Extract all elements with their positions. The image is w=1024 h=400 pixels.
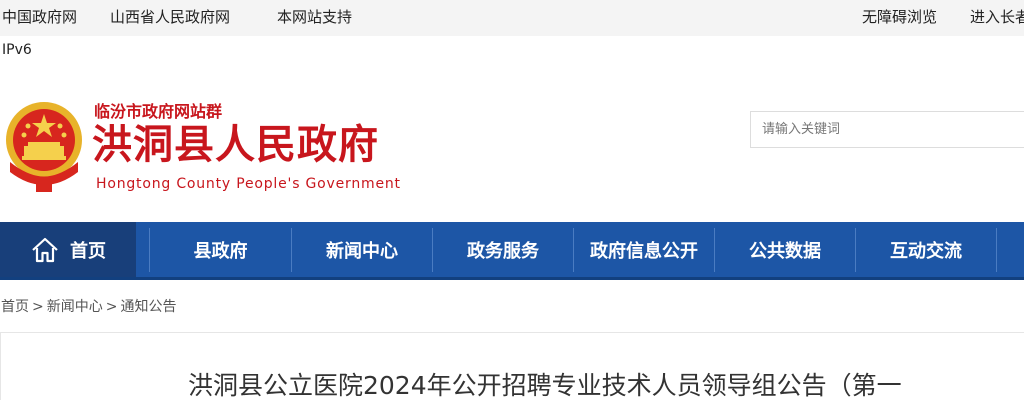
nav-item-label: 首页 (70, 240, 106, 262)
search-input[interactable] (750, 111, 1024, 148)
breadcrumb: 首页 > 新闻中心 > 通知公告 (1, 296, 176, 316)
nav-item-info-disclosure[interactable]: 政府信息公开 (574, 222, 714, 277)
main-nav: 首页 县政府 新闻中心 政务服务 政府信息公开 公共数据 互动交流 (0, 222, 1024, 280)
top-utility-bar: 中国政府网 山西省人民政府网 本网站支持 无障碍浏览 进入长者 (0, 0, 1024, 36)
nav-item-county-gov[interactable]: 县政府 (150, 222, 291, 277)
breadcrumb-separator: > (32, 299, 44, 315)
breadcrumb-separator: > (105, 299, 118, 315)
link-elderly-mode[interactable]: 进入长者 (970, 6, 1024, 27)
nav-item-label: 新闻中心 (326, 240, 398, 262)
nav-item-label: 政务服务 (467, 240, 539, 262)
nav-item-public-data[interactable]: 公共数据 (715, 222, 855, 277)
content-divider (0, 332, 1024, 333)
link-accessibility[interactable]: 无障碍浏览 (862, 6, 937, 27)
nav-item-interaction[interactable]: 互动交流 (856, 222, 996, 277)
content-left-border (0, 333, 1, 400)
link-site-support[interactable]: 本网站支持 (277, 6, 352, 27)
site-title-english: Hongtong County People's Government (96, 176, 401, 192)
nav-item-label: 互动交流 (890, 240, 962, 262)
nav-item-label: 县政府 (193, 240, 248, 262)
link-china-gov[interactable]: 中国政府网 (2, 6, 77, 27)
home-icon (32, 237, 58, 262)
national-emblem-icon (6, 102, 82, 192)
site-group-label: 临汾市政府网站群 (94, 102, 223, 121)
link-shanxi-gov[interactable]: 山西省人民政府网 (110, 6, 230, 27)
nav-item-label: 公共数据 (749, 240, 821, 262)
nav-divider (996, 228, 997, 272)
breadcrumb-notices[interactable]: 通知公告 (120, 299, 176, 315)
nav-item-label: 政府信息公开 (590, 240, 698, 262)
nav-item-news[interactable]: 新闻中心 (292, 222, 432, 277)
nav-item-gov-services[interactable]: 政务服务 (433, 222, 573, 277)
nav-item-home[interactable]: 首页 (0, 222, 136, 277)
site-title[interactable]: 洪洞县人民政府 (92, 120, 379, 170)
ipv6-label: IPv6 (2, 42, 32, 58)
breadcrumb-news[interactable]: 新闻中心 (47, 299, 103, 315)
article-title: 洪洞县公立医院2024年公开招聘专业技术人员领导组公告（第一 (188, 371, 902, 400)
breadcrumb-home[interactable]: 首页 (1, 299, 29, 315)
